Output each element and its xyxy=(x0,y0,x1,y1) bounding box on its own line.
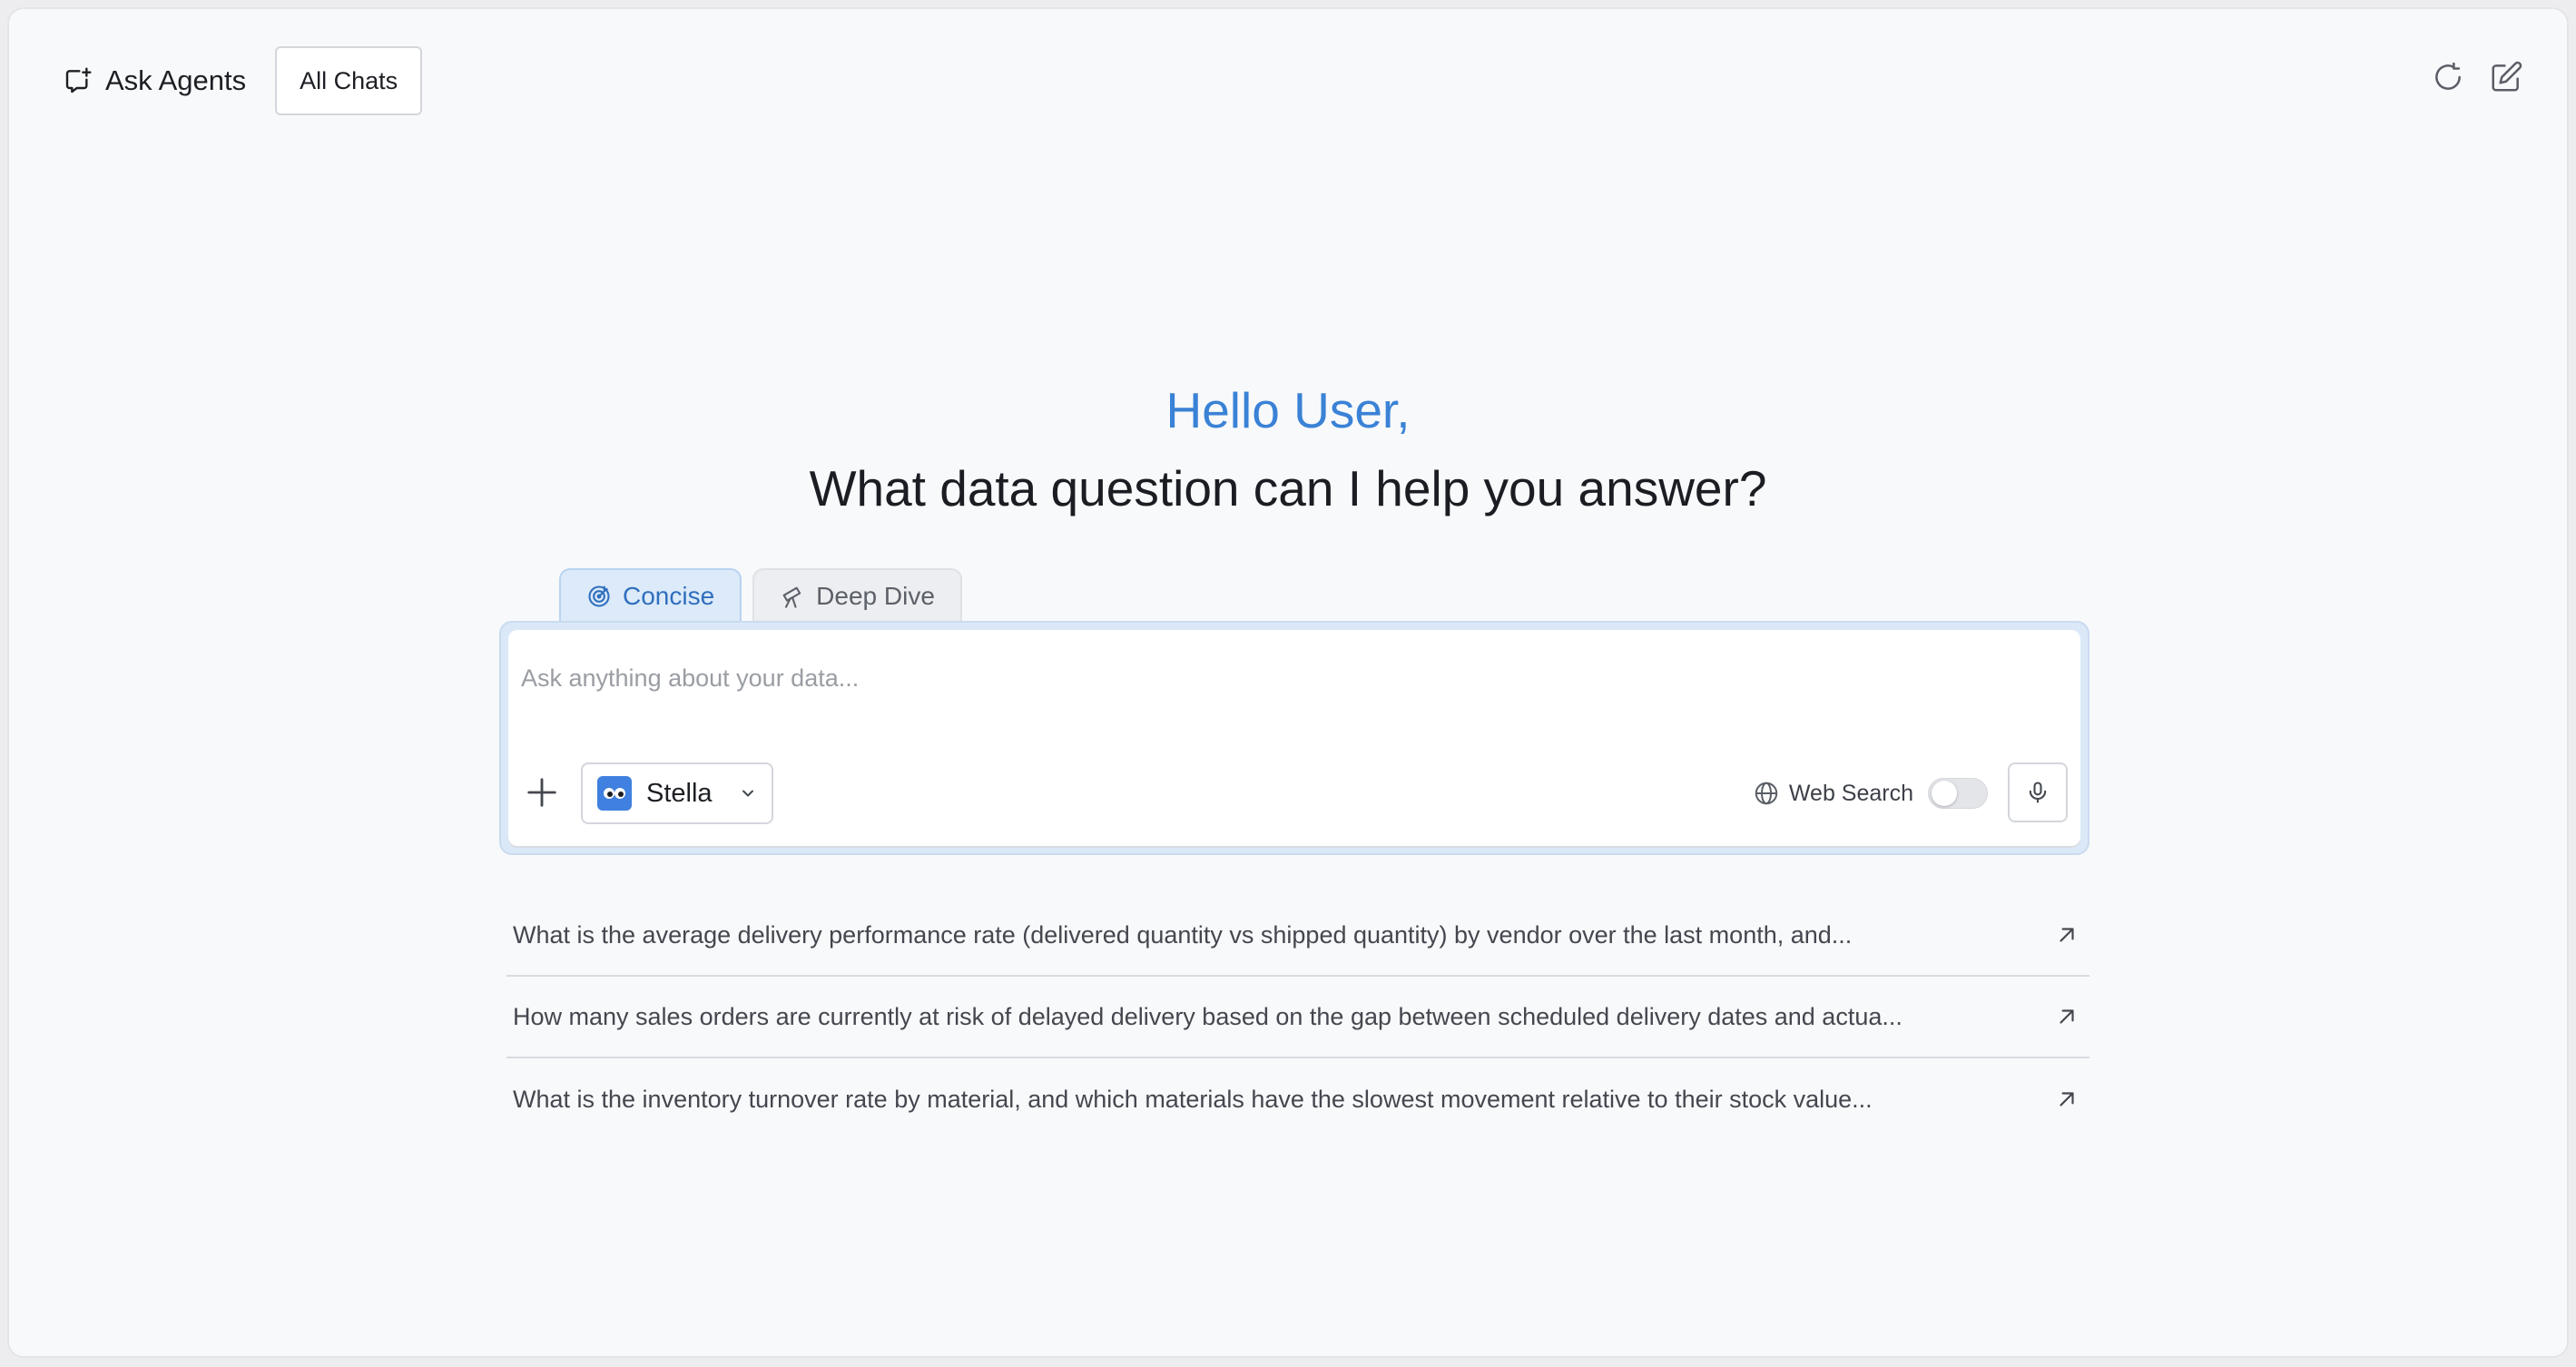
suggestion-list: What is the average delivery performance… xyxy=(506,895,2089,1140)
suggestion-item[interactable]: What is the inventory turnover rate by m… xyxy=(506,1058,2089,1140)
mode-tabs: Concise Deep Dive xyxy=(559,568,962,623)
prompt-card-inner: Stella Web Search xyxy=(508,630,2080,846)
brand: Ask Agents xyxy=(64,64,246,97)
tab-concise[interactable]: Concise xyxy=(559,568,742,623)
target-icon xyxy=(588,585,610,607)
agent-selector[interactable]: Stella xyxy=(581,762,773,824)
page-headline: What data question can I help you answer… xyxy=(809,460,1767,516)
suggestion-text: What is the inventory turnover rate by m… xyxy=(513,1085,1873,1113)
arrow-up-right-icon xyxy=(2060,1009,2074,1024)
header-actions xyxy=(2431,60,2523,94)
web-search-toggle[interactable] xyxy=(1928,778,1988,809)
header-left: Ask Agents All Chats xyxy=(64,45,423,116)
globe-icon xyxy=(1755,782,1778,805)
toggle-knob xyxy=(1932,781,1957,806)
chevron-down-icon xyxy=(742,790,753,797)
suggestion-text: How many sales orders are currently at r… xyxy=(513,1002,1903,1030)
tab-label: Concise xyxy=(623,582,715,610)
web-search-label: Web Search xyxy=(1788,780,1913,806)
suggestion-item[interactable]: How many sales orders are currently at r… xyxy=(506,977,2089,1058)
suggestion-item[interactable]: What is the average delivery performance… xyxy=(506,895,2089,977)
tab-deep-dive[interactable]: Deep Dive xyxy=(752,568,962,623)
microphone-icon xyxy=(2029,782,2047,803)
plus-icon[interactable] xyxy=(525,775,559,810)
chat-plus-icon xyxy=(65,67,92,93)
prompt-input[interactable] xyxy=(521,655,1973,701)
app-window: Ask Agents All Chats Hello User, What da… xyxy=(7,7,2569,1358)
microphone-button[interactable] xyxy=(2008,762,2068,822)
greeting: Hello User, xyxy=(1165,382,1411,438)
telescope-icon xyxy=(782,586,801,608)
edit-icon[interactable] xyxy=(2489,60,2523,94)
suggestion-text: What is the average delivery performance… xyxy=(513,920,1853,949)
app-title: Ask Agents xyxy=(105,64,247,96)
all-chats-button[interactable]: All Chats xyxy=(275,46,423,115)
agent-name: Stella xyxy=(646,778,713,808)
robot-avatar xyxy=(597,776,632,811)
arrow-up-right-icon xyxy=(2060,928,2074,942)
prompt-card: Stella Web Search xyxy=(499,621,2089,855)
tab-label: Deep Dive xyxy=(816,582,935,610)
refresh-icon[interactable] xyxy=(2431,60,2465,94)
web-search-control: Web Search xyxy=(1753,762,1988,824)
arrow-up-right-icon xyxy=(2060,1092,2074,1106)
